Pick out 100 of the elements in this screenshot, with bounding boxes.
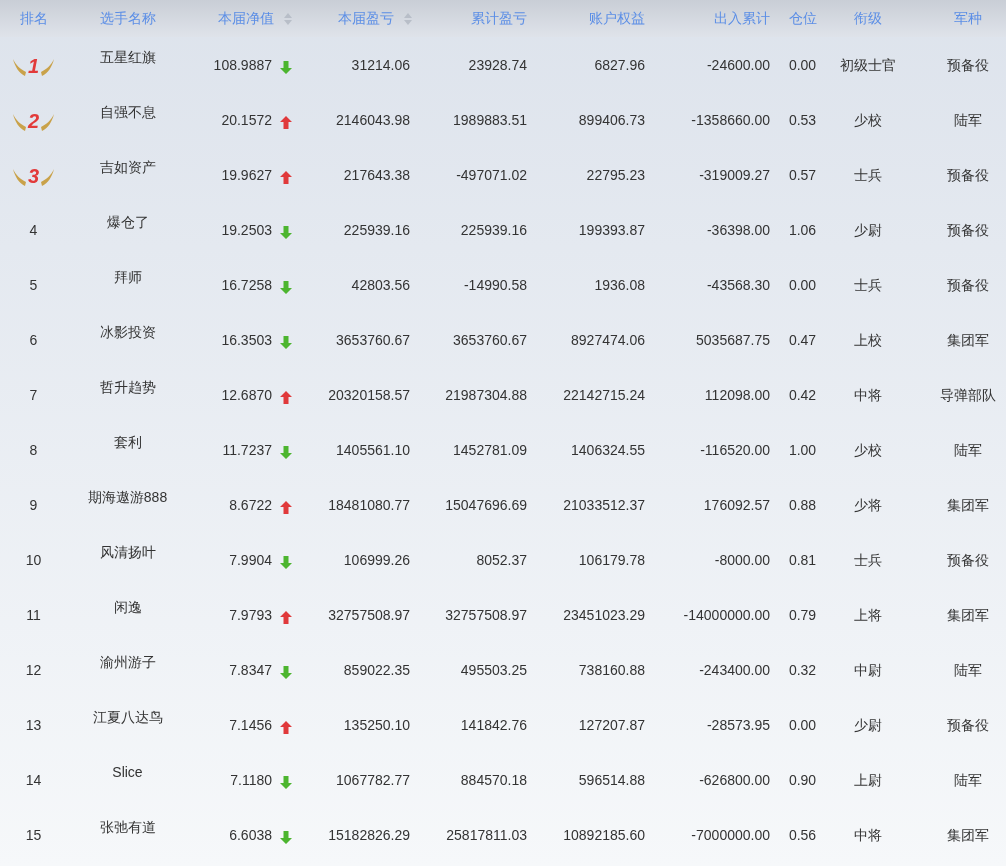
rank-number: 12 bbox=[25, 661, 42, 680]
table-cell-text: 217643.38 bbox=[343, 166, 410, 185]
table-cell-text: 106999.26 bbox=[343, 551, 410, 570]
column-header: 排名 bbox=[19, 9, 48, 28]
rank-number: 7 bbox=[29, 386, 38, 405]
table-cell-text: 18481080.77 bbox=[328, 496, 410, 515]
player-name: 自强不息 bbox=[99, 103, 156, 122]
rank-number: 2 bbox=[26, 108, 41, 134]
table-cell-text: -28573.95 bbox=[706, 716, 770, 735]
rank-number: 10 bbox=[25, 551, 42, 570]
table-cell-text: 导弹部队 bbox=[940, 386, 996, 405]
table-cell-text: 7.1456 bbox=[229, 716, 272, 735]
column-header: 选手名称 bbox=[99, 9, 156, 28]
table-cell-text: 15047696.69 bbox=[445, 496, 527, 515]
table-cell-text: -7000000.00 bbox=[691, 826, 770, 845]
table-cell-text: 中将 bbox=[853, 386, 882, 405]
sort-icon[interactable] bbox=[404, 12, 412, 25]
table-cell-text: 集团军 bbox=[947, 496, 989, 515]
table-cell-text: -319009.27 bbox=[699, 166, 770, 185]
rank-number: 5 bbox=[29, 276, 38, 295]
rank-number: 3 bbox=[26, 163, 41, 189]
table-cell-text: 1405561.10 bbox=[336, 441, 410, 460]
table-cell-text: 10892185.60 bbox=[563, 826, 645, 845]
column-header[interactable]: 本届盈亏 bbox=[338, 8, 412, 29]
table-cell-text: 3653760.67 bbox=[336, 331, 410, 350]
table-cell-text: 1.00 bbox=[788, 441, 817, 460]
table-cell-text: 上尉 bbox=[853, 771, 882, 790]
table-cell-text: 7.8347 bbox=[229, 661, 272, 680]
table-cell-text: 23451023.29 bbox=[563, 606, 645, 625]
table-cell-text: 少校 bbox=[853, 441, 882, 460]
table-cell-text: 0.00 bbox=[788, 276, 817, 295]
rank-number: 4 bbox=[29, 221, 38, 240]
table-cell-text: 陆军 bbox=[954, 661, 982, 680]
table-cell-text: 32757508.97 bbox=[328, 606, 410, 625]
rank-number: 15 bbox=[25, 826, 42, 845]
table-cell-text: 预备役 bbox=[947, 551, 989, 570]
table-cell-text: 集团军 bbox=[947, 826, 989, 845]
table-cell-text: 7.9793 bbox=[229, 606, 272, 625]
table-cell-text: -1358660.00 bbox=[691, 111, 770, 130]
rank-number: 9 bbox=[29, 496, 38, 515]
player-name: 吉如资产 bbox=[99, 158, 156, 177]
player-name: 五星红旗 bbox=[99, 48, 156, 67]
table-cell-text: 8052.37 bbox=[476, 551, 527, 570]
column-header: 累计盈亏 bbox=[471, 9, 527, 28]
table-cell-text: 0.00 bbox=[788, 716, 817, 735]
table-cell-text: 陆军 bbox=[954, 441, 982, 460]
table-cell-text: 1067782.77 bbox=[336, 771, 410, 790]
table-cell-text: 199393.87 bbox=[578, 221, 645, 240]
table-cell-text: 141842.76 bbox=[460, 716, 527, 735]
table-cell-text: 596514.88 bbox=[578, 771, 645, 790]
player-name: 江夏八达鸟 bbox=[92, 708, 163, 727]
table-cell-text: 16.7258 bbox=[221, 276, 272, 295]
table-cell-text: -626800.00 bbox=[699, 771, 770, 790]
table-cell-text: 42803.56 bbox=[351, 276, 410, 295]
table-cell-text: 陆军 bbox=[954, 111, 982, 130]
table-cell-text: 预备役 bbox=[947, 56, 989, 75]
table-cell-text: -36398.00 bbox=[706, 221, 770, 240]
table-cell-text: 0.90 bbox=[788, 771, 817, 790]
table-cell-text: 预备役 bbox=[947, 166, 989, 185]
table-cell-text: 0.42 bbox=[788, 386, 817, 405]
table-cell-text: 上校 bbox=[853, 331, 882, 350]
table-cell-text: 少将 bbox=[853, 496, 882, 515]
table-cell-text: -243400.00 bbox=[699, 661, 770, 680]
table-cell-text: 少尉 bbox=[853, 221, 882, 240]
table-cell-text: 士兵 bbox=[853, 551, 882, 570]
table-cell-text: 7.9904 bbox=[229, 551, 272, 570]
player-name: 渝州游子 bbox=[99, 653, 156, 672]
rank-number: 11 bbox=[26, 606, 41, 625]
table-cell-text: 176092.57 bbox=[703, 496, 770, 515]
table-cell-text: 预备役 bbox=[947, 276, 989, 295]
table-cell-text: 少校 bbox=[853, 111, 882, 130]
table-cell-text: 初级士官 bbox=[839, 56, 896, 75]
column-header[interactable]: 本届净值 bbox=[218, 8, 292, 29]
table-cell-text: 22795.23 bbox=[586, 166, 645, 185]
rank-number: 14 bbox=[25, 771, 42, 790]
table-cell-text: 15182826.29 bbox=[328, 826, 410, 845]
table-cell-text: -14000000.00 bbox=[683, 606, 770, 625]
table-cell-text: 1989883.51 bbox=[453, 111, 527, 130]
table-cell-text: 0.57 bbox=[788, 166, 817, 185]
table-cell-text: -497071.02 bbox=[456, 166, 527, 185]
table-cell-text: 859022.35 bbox=[343, 661, 410, 680]
table-cell-text: 0.88 bbox=[788, 496, 817, 515]
sort-icon[interactable] bbox=[284, 12, 292, 25]
table-cell-text: 士兵 bbox=[853, 166, 882, 185]
player-name: 套利 bbox=[113, 433, 142, 452]
rank-number: 1 bbox=[26, 53, 41, 79]
table-cell-text: 预备役 bbox=[947, 221, 989, 240]
table-cell-text: 31214.06 bbox=[351, 56, 410, 75]
table-cell-text: 1936.08 bbox=[594, 276, 645, 295]
table-cell-text: 19.2503 bbox=[221, 221, 272, 240]
table-cell-text: 陆军 bbox=[954, 771, 982, 790]
table-cell-text: -116520.00 bbox=[700, 441, 770, 460]
column-header: 衔级 bbox=[853, 9, 882, 28]
table-cell-text: 106179.78 bbox=[578, 551, 645, 570]
table-cell-text: 225939.16 bbox=[343, 221, 410, 240]
table-cell-text: 21033512.37 bbox=[563, 496, 645, 515]
table-cell-text: 738160.88 bbox=[578, 661, 645, 680]
table-cell-text: 集团军 bbox=[947, 606, 989, 625]
table-cell-text: 6.6038 bbox=[229, 826, 272, 845]
table-cell-text: 108.9887 bbox=[213, 56, 272, 75]
